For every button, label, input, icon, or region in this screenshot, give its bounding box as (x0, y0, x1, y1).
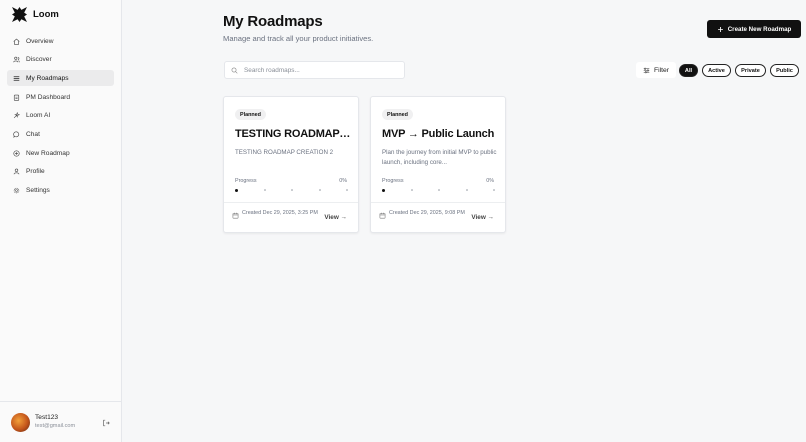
roadmap-description: TESTING ROADMAP CREATION 2 (235, 149, 334, 156)
sidebar-item-label: New Roadmap (26, 149, 70, 157)
created-date: Created Dec 29, 2025, 3:25 PM (242, 210, 318, 216)
create-new-roadmap-button[interactable]: Create New Roadmap (707, 20, 801, 38)
search-input[interactable] (244, 66, 394, 74)
calendar-icon (379, 212, 386, 219)
progress-dot (235, 188, 238, 192)
progress-dot (346, 189, 348, 191)
roadmap-card[interactable]: Planned TESTING ROADMAP CREATION 2 TESTI… (223, 96, 359, 233)
sidebar-item-label: Loom AI (26, 112, 51, 120)
home-icon (13, 38, 20, 45)
sidebar-item-overview[interactable]: Overview (7, 33, 114, 49)
user-name: Test123 (35, 414, 59, 421)
progress-dot (382, 188, 385, 192)
sidebar-item-profile[interactable]: Profile (7, 164, 114, 180)
sidebar-item-label: My Roadmaps (26, 74, 69, 82)
sidebar-item-loom-ai[interactable]: Loom AI (7, 108, 114, 124)
roadmap-description: Plan the journey from initial MVP to pub… (382, 149, 497, 166)
progress-track (235, 188, 348, 192)
calendar-icon (232, 212, 239, 219)
gear-icon (13, 187, 20, 194)
progress-dot (438, 189, 440, 191)
sparkle-icon (13, 112, 20, 119)
progress-dot (291, 189, 293, 191)
sidebar: Loom Overview Discover My Roadmaps PM Da… (0, 0, 122, 442)
filter-chip-active[interactable]: Active (702, 64, 731, 77)
created-date: Created Dec 29, 2025, 9:08 PM (389, 210, 465, 216)
progress-value: 0% (339, 178, 347, 184)
sidebar-item-label: PM Dashboard (26, 93, 70, 101)
avatar[interactable] (11, 412, 30, 432)
progress-track (382, 188, 495, 192)
progress-value: 0% (486, 178, 494, 184)
plus-circle-icon (13, 150, 20, 157)
user-profile[interactable]: Test123 test@gmail.com (0, 401, 122, 442)
progress-dot (493, 189, 495, 191)
filter-label: Filter (653, 66, 670, 74)
user-icon (13, 168, 20, 175)
main-content: My Roadmaps Manage and track all your pr… (122, 0, 806, 442)
plus-icon (717, 26, 724, 33)
roadmap-card[interactable]: Planned MVP → Public Launch Plan the jou… (370, 96, 506, 233)
search-box[interactable] (224, 61, 405, 79)
card-footer: Created Dec 29, 2025, 9:08 PM View → (371, 202, 505, 232)
filter-button[interactable]: Filter (636, 62, 676, 78)
view-link[interactable]: View → (471, 214, 494, 221)
filter-chip-private[interactable]: Private (735, 64, 766, 77)
status-badge: Planned (235, 109, 266, 120)
card-footer: Created Dec 29, 2025, 3:25 PM View → (224, 202, 358, 232)
roadmap-title: MVP → Public Launch (382, 128, 495, 140)
chat-icon (13, 131, 20, 138)
clipboard-icon (13, 94, 20, 101)
progress-label: Progress (235, 178, 257, 184)
brand[interactable]: Loom (12, 7, 59, 22)
progress-dot (318, 189, 321, 191)
sidebar-item-discover[interactable]: Discover (7, 52, 114, 68)
roadmap-title: TESTING ROADMAP CREATION 2 (235, 128, 353, 140)
brand-name: Loom (33, 9, 59, 20)
user-email: test@gmail.com (35, 423, 76, 429)
list-icon (13, 75, 20, 82)
filter-chip-public[interactable]: Public (770, 64, 799, 77)
create-new-roadmap-label: Create New Roadmap (727, 25, 792, 33)
loom-logo-icon (12, 7, 27, 22)
users-icon (13, 56, 20, 63)
sidebar-item-chat[interactable]: Chat (7, 126, 114, 142)
progress-dot (410, 189, 413, 191)
view-link[interactable]: View → (324, 214, 347, 221)
sidebar-item-label: Discover (26, 56, 52, 64)
sidebar-item-pm-dashboard[interactable]: PM Dashboard (7, 89, 114, 105)
progress-label: Progress (382, 178, 404, 184)
sidebar-nav: Overview Discover My Roadmaps PM Dashboa… (7, 33, 114, 201)
sidebar-item-settings[interactable]: Settings (7, 183, 114, 199)
status-badge: Planned (382, 109, 413, 120)
search-icon (231, 67, 238, 74)
logout-icon[interactable] (102, 419, 110, 427)
sidebar-item-label: Chat (26, 130, 40, 138)
sidebar-item-label: Settings (26, 187, 50, 194)
sidebar-item-label: Profile (26, 168, 45, 176)
filter-chip-all[interactable]: All (679, 64, 698, 77)
sidebar-item-label: Overview (26, 37, 54, 45)
page-title: My Roadmaps (223, 13, 323, 30)
sidebar-item-my-roadmaps[interactable]: My Roadmaps (7, 70, 114, 87)
progress-dot (465, 189, 468, 191)
page-subtitle: Manage and track all your product initia… (223, 34, 374, 43)
sidebar-item-new-roadmap[interactable]: New Roadmap (7, 145, 114, 161)
progress-dot (263, 189, 266, 191)
sliders-icon (643, 67, 650, 74)
